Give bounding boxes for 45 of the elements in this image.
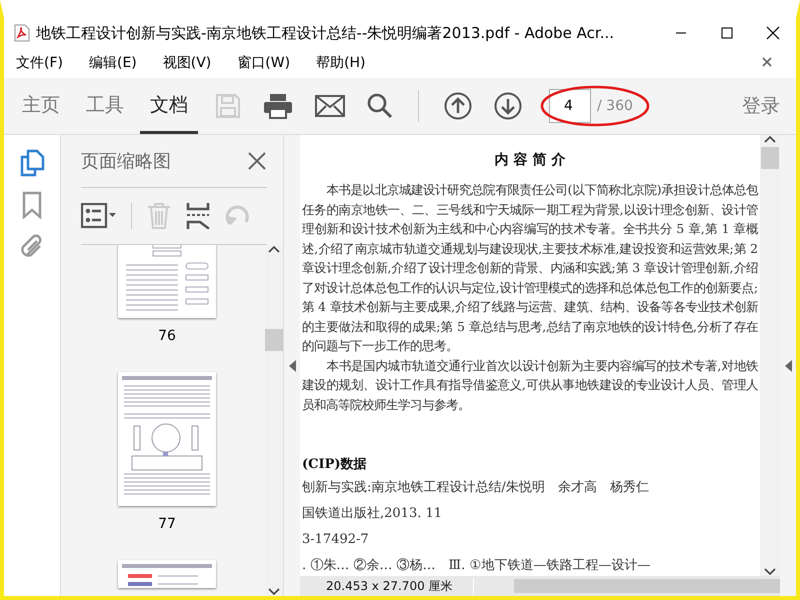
- cip-line: 3-17492-7: [302, 531, 370, 549]
- scrollbar-thumb[interactable]: [761, 147, 779, 169]
- expand-left-icon[interactable]: [288, 360, 296, 372]
- expand-right-icon[interactable]: [784, 360, 792, 372]
- list-options-icon[interactable]: [81, 203, 117, 229]
- window-title: 地铁工程设计创新与实践-南京地铁工程设计总结--朱悦明编著2013.pdf - Adobe Acr...: [36, 24, 616, 42]
- cip-line: 刨新与实践:南京地铁工程设计总结/朱悦明 余才高 杨秀仁: [302, 479, 650, 497]
- cip-line: . ①朱… ②余… ③杨… Ⅲ. ①地下铁道—铁路工程—设计—: [302, 557, 652, 575]
- page-number-field[interactable]: 4: [549, 89, 591, 123]
- page-label: 76: [158, 328, 176, 344]
- page-heading: 内 容 简 介: [494, 151, 566, 169]
- insert-page-icon[interactable]: [186, 202, 210, 230]
- scrollbar-thumb[interactable]: [265, 329, 283, 351]
- menu-item[interactable]: 编辑(E): [80, 54, 145, 72]
- page-total: / 360: [597, 98, 633, 114]
- paragraph: 本书是以北京城建设计研究总院有限责任公司(以下简称北京院)承担设计总体总包任务的南京地铁一、二、三号线和宁天城际一期工程为背景,以设计理念创新、设计管理创新和设计技术创新为主线和中心内容编写的技术专著。全书共分 5 章,第 1 章概述,介绍了南京城市轨道交通规划与建设现状,主要技术标准,建设投资和运营效果;第 2 章设计理念创新,介绍了设计理念创新的背景、内涵和实践;第 3 章设计管理创新,介绍了对设计总体总包工作的认识与定位,设计管理模式的选择和总体总包工作的创新要点;第 4 章技术创新与主要成果,介绍了线路与运营、建筑、结构、设备等各专业技术创新的主要做法和取得的成果;第 5 章总结与思考,总结了南京地铁的设计特色,分析了存在的问题与下一步工作的思考。: [302, 182, 758, 355]
- page-thumbnail[interactable]: [118, 245, 216, 318]
- login-button[interactable]: 登录: [742, 93, 780, 119]
- page-thumbnail[interactable]: [118, 560, 216, 588]
- cip-heading: (CIP)数据: [302, 456, 368, 473]
- pages-icon[interactable]: [19, 149, 45, 177]
- menu-item[interactable]: 视图(V): [154, 54, 220, 72]
- printer-icon[interactable]: [263, 93, 293, 119]
- menu-item[interactable]: 窗口(W): [229, 54, 298, 72]
- page-thumbnail[interactable]: [118, 372, 216, 506]
- close-icon[interactable]: [766, 26, 780, 40]
- cip-line: 国铁道出版社,2013. 11: [302, 505, 444, 523]
- pdf-file-icon: [14, 24, 30, 42]
- page-label: 77: [158, 516, 176, 532]
- search-icon[interactable]: [367, 93, 393, 119]
- scroll-up-icon[interactable]: [268, 245, 280, 253]
- scroll-down-icon[interactable]: [268, 588, 280, 596]
- scroll-down-icon[interactable]: [764, 568, 776, 576]
- tab[interactable]: 工具: [76, 78, 134, 134]
- scroll-up-icon[interactable]: [764, 135, 776, 143]
- horizontal-scrollbar[interactable]: [514, 579, 780, 593]
- bookmark-icon[interactable]: [22, 191, 42, 219]
- menu-item[interactable]: 文件(F): [8, 54, 71, 72]
- tab[interactable]: 主页: [12, 78, 70, 134]
- panel-title: 页面缩略图: [81, 150, 171, 173]
- page-size: 20.453 x 27.700 厘米: [300, 578, 474, 594]
- paragraph: 本书是国内城市轨道交通行业首次以设计创新为主要内容编写的技术专著,对地铁建设的规划、设计工作具有指导借鉴意义,可供从事地铁建设的专业设计人员、管理人员和高等院校师生学习与参考。: [302, 358, 758, 414]
- menu-item[interactable]: 帮助(H): [308, 54, 374, 72]
- maximize-icon[interactable]: [721, 27, 733, 39]
- envelope-icon[interactable]: [315, 95, 345, 117]
